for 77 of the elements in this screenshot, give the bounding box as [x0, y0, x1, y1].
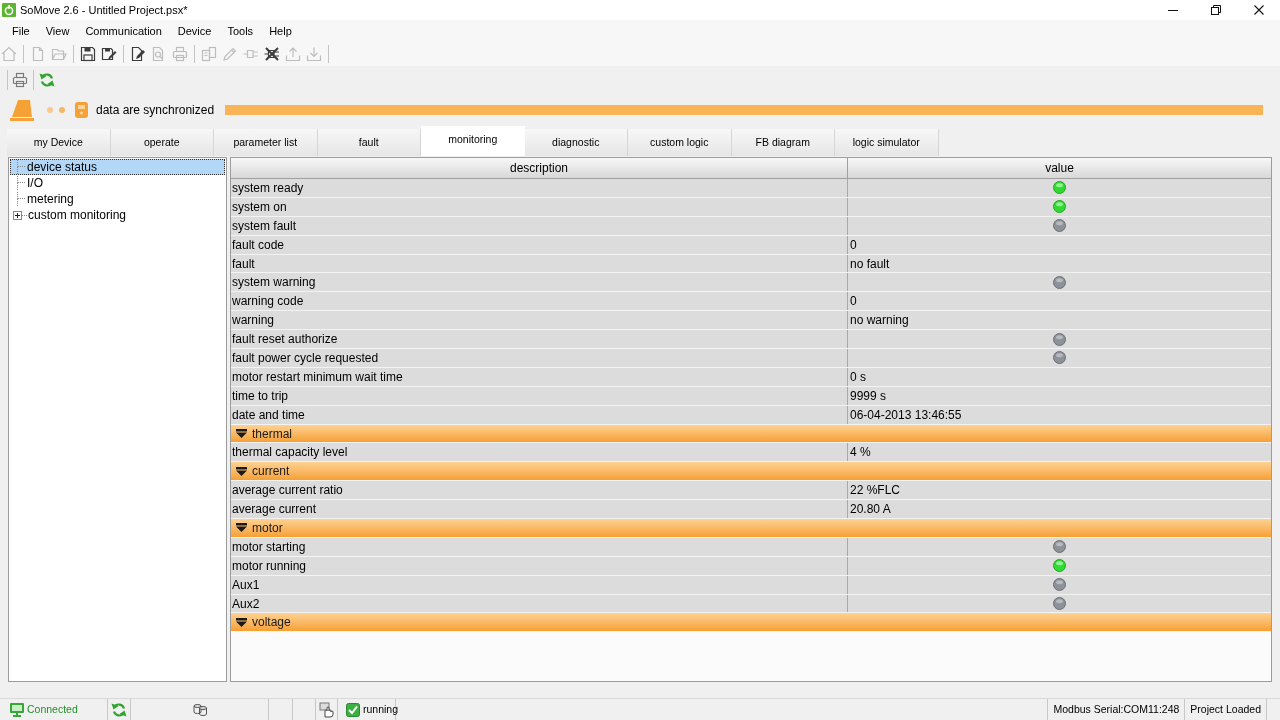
table-cell: motor restart minimum wait time	[231, 367, 848, 386]
monitor-icon	[9, 701, 25, 718]
tab[interactable]: custom logic	[628, 129, 732, 156]
tab[interactable]: monitoring	[421, 126, 525, 156]
table-cell: Aux1	[231, 575, 848, 594]
menu-item[interactable]: Tools	[219, 21, 262, 41]
table-cell-text: 06-04-2013 13:46:55	[849, 406, 963, 424]
table-cell: warning	[231, 311, 848, 330]
column-header: value	[1044, 160, 1075, 177]
table-cell: date and time	[231, 405, 848, 424]
run-status: running	[363, 701, 399, 717]
connection-status: Connected	[27, 701, 78, 717]
tree-item[interactable]: device status	[10, 159, 225, 175]
sync-status: data are synchronized	[96, 102, 215, 119]
table-cell-text: 9999 s	[849, 387, 888, 405]
table-cell-text: 0 s	[849, 368, 867, 386]
tree-item[interactable]: custom monitoring	[10, 207, 225, 223]
table-cell: system on	[231, 197, 848, 216]
refresh-icon[interactable]	[111, 701, 127, 718]
table-cell: system fault	[231, 216, 848, 235]
table-cell: warning code	[231, 292, 848, 311]
menu-item[interactable]: View	[37, 21, 78, 41]
table-cell-text: 22 %FLC	[849, 482, 902, 500]
column-header: description	[231, 158, 848, 178]
tick-box-icon	[346, 702, 360, 717]
menu-item[interactable]: Help	[261, 21, 300, 41]
computer-hand-icon	[318, 701, 335, 718]
table-cell: time to trip	[231, 386, 848, 405]
plus-box-icon[interactable]	[13, 210, 22, 220]
tab[interactable]: FB diagram	[731, 129, 835, 156]
tab[interactable]: diagnostic	[524, 129, 628, 156]
menu-item[interactable]: Device	[169, 21, 220, 41]
table-cell: motor running	[231, 556, 848, 575]
table-cell: average current	[231, 500, 848, 519]
table-cell-text: 0	[849, 293, 858, 311]
table-cell: system ready	[231, 179, 848, 197]
window-title: SoMove 2.6 - Untitled Project.psx*	[20, 2, 188, 18]
table-cell: thermal capacity level	[231, 443, 848, 462]
drive-icon	[75, 102, 88, 118]
menu-item[interactable]: File	[4, 21, 38, 41]
menu-item[interactable]: Communication	[77, 21, 170, 41]
table-cell: system warning	[231, 273, 848, 292]
laptop-icon	[10, 99, 34, 121]
table-cell-text: no warning	[849, 312, 910, 330]
project-status: Project Loaded	[1190, 701, 1261, 717]
printer-icon[interactable]	[12, 72, 28, 88]
section-header[interactable]: current	[231, 462, 1271, 482]
tree-item[interactable]: I/O	[10, 175, 225, 191]
page-pencil-icon[interactable]	[130, 46, 146, 62]
refresh-icon[interactable]	[39, 72, 55, 88]
table-cell: Aux2	[231, 594, 848, 613]
database-icon	[192, 702, 207, 717]
tab[interactable]: logic simulator	[835, 129, 939, 156]
restore-icon	[1210, 5, 1221, 15]
table-cell-text: no fault	[849, 255, 891, 273]
section-header[interactable]: motor	[231, 519, 1271, 538]
tab[interactable]: parameter list	[214, 129, 318, 156]
table-cell: fault power cycle requested	[231, 349, 848, 367]
table-cell: fault code	[231, 235, 848, 254]
tab[interactable]: my Device	[7, 129, 111, 156]
tree-item[interactable]: metering	[10, 191, 225, 207]
tab[interactable]: fault	[317, 129, 421, 156]
section-header[interactable]: voltage	[231, 613, 1271, 633]
port-status: Modbus Serial:COM11:248	[1053, 701, 1180, 717]
dot-icon	[47, 107, 53, 113]
table-cell: average current ratio	[231, 481, 848, 500]
plug-cross-icon[interactable]	[264, 46, 280, 62]
table-cell: motor starting	[231, 537, 848, 556]
table-cell-text: 4 %	[849, 444, 872, 462]
close-icon	[1253, 5, 1264, 15]
dot-icon	[59, 107, 65, 113]
table-cell-text: 0	[849, 236, 858, 254]
table-cell: fault	[231, 254, 848, 273]
table-cell: fault reset authorize	[231, 330, 848, 348]
floppy-pencil-icon[interactable]	[101, 46, 117, 62]
table-cell-text: 20.80 A	[849, 501, 892, 519]
tab[interactable]: operate	[110, 129, 214, 156]
